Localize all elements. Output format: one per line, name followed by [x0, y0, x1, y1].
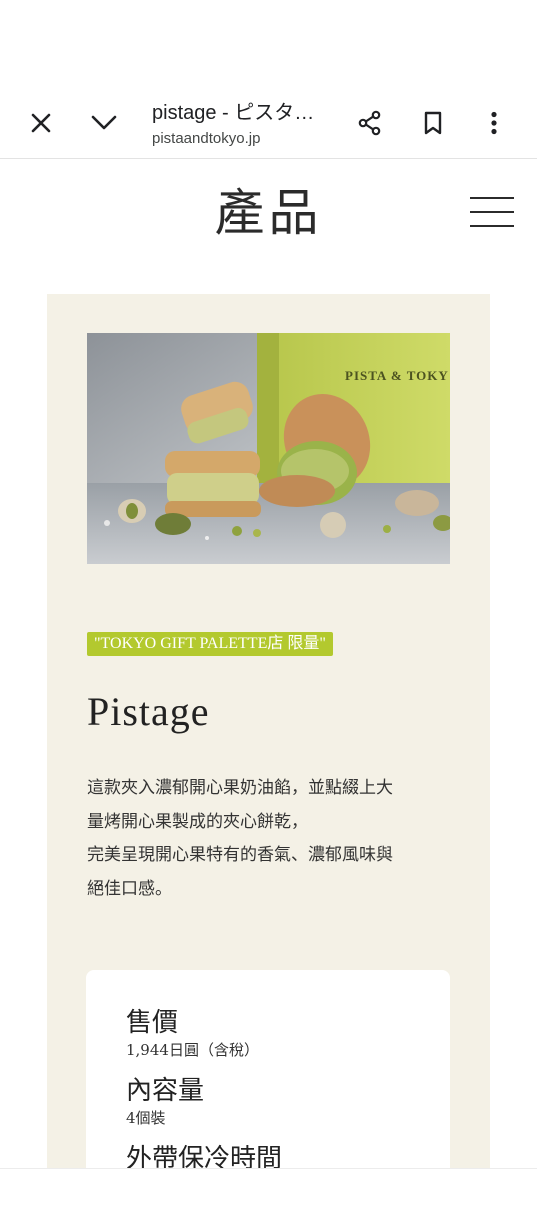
- description-line: 絕佳口感。: [87, 878, 172, 899]
- browser-toolbar: pistage - ピスタ… pistaandtokyo.jp: [0, 88, 537, 159]
- price-info: 售價 1,944日圓（含稅）: [126, 1006, 259, 1060]
- product-image: PISTA & TOKY: [87, 333, 450, 564]
- tab-title: pistage - ピスタ…: [152, 102, 315, 124]
- contents-info: 內容量 4個裝: [126, 1074, 204, 1128]
- price-value: 1,944日圓（含稅）: [126, 1041, 259, 1059]
- contents-value: 4個裝: [126, 1109, 166, 1127]
- limited-badge: "TOKYO GIFT PALETTE店 限量": [87, 632, 333, 656]
- more-vert-icon[interactable]: [477, 106, 511, 140]
- close-icon[interactable]: [24, 106, 58, 140]
- chevron-down-icon[interactable]: [87, 106, 121, 140]
- product-name: Pistage: [87, 689, 210, 734]
- share-icon[interactable]: [353, 106, 387, 140]
- contents-label: 內容量: [126, 1076, 205, 1106]
- bottom-bar: [0, 1168, 537, 1201]
- page-heading: 產品: [214, 184, 323, 242]
- price-label: 售價: [126, 1008, 179, 1038]
- description-line: 這款夾入濃郁開心果奶油餡，並點綴上大: [87, 778, 393, 798]
- description-line: 量烤開心果製成的夾心餅乾，: [87, 811, 308, 832]
- bookmark-icon[interactable]: [416, 106, 450, 140]
- product-description: 這款夾入濃郁開心果奶油餡，並點綴上大 量烤開心果製成的夾心餅乾， 完美呈現開心果…: [87, 772, 447, 906]
- site-header: 產品: [0, 159, 537, 269]
- box-label: PISTA & TOKY: [345, 368, 449, 383]
- product-card: PISTA & TOKY "TOKYO GIFT PALETTE店 限量" Pi…: [47, 294, 490, 1230]
- hamburger-menu-icon[interactable]: [470, 195, 516, 231]
- page-title-area[interactable]: pistage - ピスタ… pistaandtokyo.jp: [152, 100, 342, 150]
- description-line: 完美呈現開心果特有的香氣、濃郁風味與: [87, 845, 393, 865]
- url-text: pistaandtokyo.jp: [152, 130, 261, 147]
